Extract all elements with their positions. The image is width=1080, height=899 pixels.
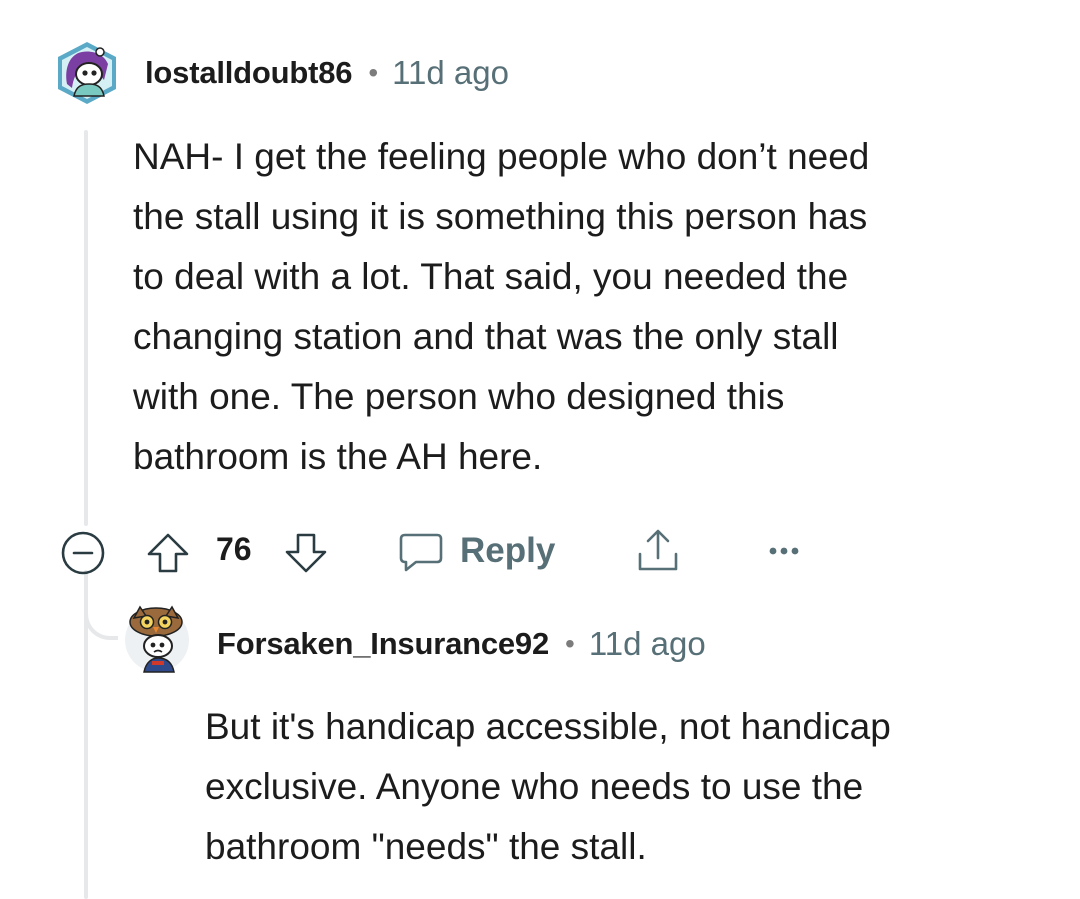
comment-line: changing station and that was the only s… bbox=[133, 316, 839, 357]
comment-header: lostalldoubt86 • 11d ago bbox=[145, 52, 509, 94]
more-options-button[interactable] bbox=[764, 536, 804, 566]
share-button[interactable] bbox=[630, 526, 686, 576]
minus-circle-icon bbox=[61, 531, 105, 575]
thread-line bbox=[84, 130, 88, 526]
collapse-button[interactable] bbox=[58, 528, 108, 578]
timestamp[interactable]: 11d ago bbox=[392, 54, 509, 92]
comment-body: But it's handicap accessible, not handic… bbox=[205, 697, 891, 877]
comment-line: exclusive. Anyone who needs to use the bbox=[205, 766, 864, 807]
comment-line: to deal with a lot. That said, you neede… bbox=[133, 256, 849, 297]
reply-label: Reply bbox=[460, 531, 556, 570]
vote-score: 76 bbox=[216, 531, 252, 567]
comment-actions: 76 Reply bbox=[0, 522, 1080, 578]
upvote-button[interactable] bbox=[143, 528, 193, 578]
comment-body: NAH- I get the feeling people who don’t … bbox=[133, 127, 869, 487]
comment-line: with one. The person who designed this bbox=[133, 376, 785, 417]
comment-line: NAH- I get the feeling people who don’t … bbox=[133, 136, 870, 177]
comment-line: But it's handicap accessible, not handic… bbox=[205, 706, 891, 747]
comment-line: bathroom is the AH here. bbox=[133, 436, 543, 477]
arrow-down-icon bbox=[285, 533, 327, 573]
comment-line: bathroom "needs" the stall. bbox=[205, 826, 647, 867]
meta-separator: • bbox=[565, 628, 575, 659]
snoo-avatar-icon bbox=[58, 42, 116, 104]
comment-line: the stall using it is something this per… bbox=[133, 196, 868, 237]
chat-bubble-icon bbox=[399, 533, 443, 572]
arrow-up-icon bbox=[147, 533, 189, 573]
downvote-button[interactable] bbox=[281, 528, 331, 578]
user-avatar[interactable] bbox=[122, 602, 192, 674]
reply-button[interactable]: Reply bbox=[396, 526, 555, 576]
ellipsis-icon bbox=[769, 547, 799, 555]
share-icon bbox=[638, 529, 678, 571]
comment-header: Forsaken_Insurance92 • 11d ago bbox=[217, 622, 706, 666]
user-avatar[interactable] bbox=[52, 40, 122, 106]
meta-separator: • bbox=[368, 57, 379, 88]
username[interactable]: Forsaken_Insurance92 bbox=[217, 626, 549, 662]
reply-thread-connector bbox=[84, 612, 118, 640]
snoo-avatar-icon bbox=[125, 605, 189, 673]
timestamp[interactable]: 11d ago bbox=[589, 625, 706, 663]
username[interactable]: lostalldoubt86 bbox=[145, 55, 353, 91]
